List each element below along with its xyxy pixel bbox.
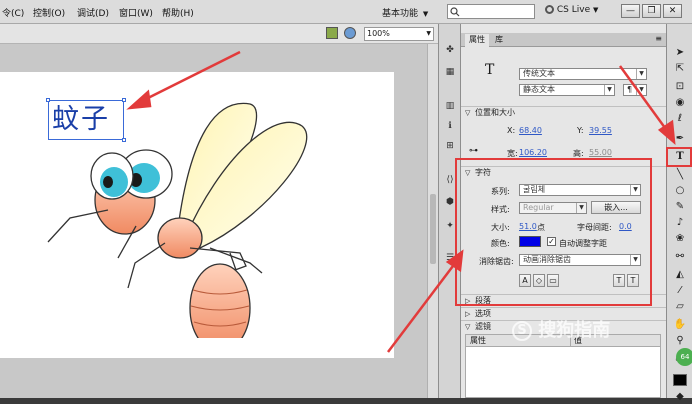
text-engine-value: 传统文本 <box>523 69 555 78</box>
text-direction-select[interactable]: ¶ ▼ <box>623 84 647 96</box>
menu-debug[interactable]: 调试(D) <box>77 6 109 19</box>
workspace-dropdown[interactable]: 基本功能 ▼ <box>382 4 442 20</box>
text-type-select[interactable]: 静态文本 ▼ <box>519 84 615 96</box>
free-transform-tool-icon[interactable]: ⊡ <box>673 80 687 94</box>
section-position-size-label: 位置和大小 <box>475 108 515 117</box>
x-label: X: <box>507 126 516 135</box>
x-value[interactable]: 68.40 <box>519 126 542 135</box>
paint-fill-icon[interactable]: ◆ <box>673 390 687 404</box>
highlight-text-tool <box>666 147 692 167</box>
y-value[interactable]: 39.55 <box>589 126 612 135</box>
swatches-icon[interactable]: ▦ <box>444 66 456 78</box>
menu-control[interactable]: 控制(O) <box>33 6 65 19</box>
brush-tool-icon[interactable]: ♪ <box>673 216 687 230</box>
hand-tool-icon[interactable]: ✋ <box>673 318 687 332</box>
edit-scene-icon[interactable] <box>326 27 338 39</box>
y-label: Y: <box>577 126 584 135</box>
watermark-brand: S 搜狗指南 <box>512 316 610 342</box>
oval-tool-icon[interactable]: ○ <box>673 184 687 198</box>
text-engine-select[interactable]: 传统文本 ▼ <box>519 68 647 80</box>
chevron-down-icon: ▼ <box>636 85 646 95</box>
restore-button[interactable]: ❐ <box>642 4 661 18</box>
chevron-down-icon: ▼ <box>604 85 614 95</box>
menu-command[interactable]: 令(C) <box>2 6 24 19</box>
zoom-value: 100% <box>367 29 390 38</box>
highlight-character-section <box>455 158 652 306</box>
collapsed-triangle-icon: ▷ <box>465 310 471 318</box>
selection-tool-icon[interactable]: ➤ <box>673 46 687 60</box>
section-filters-label: 滤镜 <box>475 322 491 331</box>
watermark-logo-icon: S <box>512 321 532 341</box>
menu-window[interactable]: 窗口(W) <box>119 6 153 19</box>
edit-bar: 100% ▼ <box>0 24 438 44</box>
deco-tool-icon[interactable]: ❀ <box>673 232 687 246</box>
chevron-down-icon: ▼ <box>422 10 429 18</box>
minimize-button[interactable]: — <box>621 4 640 18</box>
search-icon <box>450 7 460 17</box>
tools-panel: ➤ ⇱ ⊡ ◉ ℓ ✒ T ╲ ○ ✎ ♪ ❀ ⚯ ◭ ⁄ ▱ ✋ ⚲ ✏ ◆ <box>666 24 692 402</box>
zoom-select[interactable]: 100% ▼ <box>364 27 434 41</box>
cs-live-icon <box>545 5 554 14</box>
chevron-down-icon: ▼ <box>426 30 431 37</box>
pencil-tool-icon[interactable]: ✎ <box>673 200 687 214</box>
resize-handle[interactable] <box>46 98 50 102</box>
watermark-url: zhinan.sogou.com <box>524 345 625 358</box>
expanded-triangle-icon: ▽ <box>465 323 471 331</box>
edit-symbol-icon[interactable] <box>344 27 356 39</box>
zoom-tool-icon[interactable]: ⚲ <box>673 334 687 348</box>
cs-live-button[interactable]: CS Live ▼ <box>545 5 598 15</box>
menu-help[interactable]: 帮助(H) <box>162 6 194 19</box>
search-input[interactable] <box>447 4 535 19</box>
scroll-thumb[interactable] <box>430 194 436 264</box>
3d-rotation-tool-icon[interactable]: ◉ <box>673 96 687 110</box>
fill-color-swatch[interactable] <box>673 374 687 386</box>
section-position-size[interactable]: ▽ 位置和大小 <box>461 106 666 119</box>
tab-library[interactable]: 库 <box>491 34 507 47</box>
panel-menu-icon[interactable]: ≡ <box>655 34 662 43</box>
pen-tool-icon[interactable]: ✒ <box>673 132 687 146</box>
resize-handle[interactable] <box>122 138 126 142</box>
eraser-tool-icon[interactable]: ▱ <box>673 300 687 314</box>
bone-tool-icon[interactable]: ⚯ <box>673 250 687 264</box>
filter-col-property: 属性 <box>470 336 486 345</box>
filter-table: 属性 值 <box>465 334 661 398</box>
transform-icon[interactable]: ⊞ <box>444 140 456 152</box>
panel-tab-bar: 属性 库 ≡ <box>461 33 666 47</box>
line-tool-icon[interactable]: ╲ <box>673 168 687 182</box>
text-tool-icon: T <box>485 62 495 78</box>
lock-ratio-icon[interactable]: ⊶ <box>469 146 478 156</box>
align-icon[interactable]: ▥ <box>444 100 456 112</box>
paint-bucket-tool-icon[interactable]: ◭ <box>673 268 687 282</box>
section-options-label: 选项 <box>475 309 491 318</box>
stage-scrollbar[interactable] <box>427 44 438 398</box>
chevron-down-icon: ▼ <box>593 6 599 14</box>
color-icon[interactable]: ✤ <box>444 44 456 56</box>
tab-properties[interactable]: 属性 <box>465 34 489 47</box>
text-direction-icon: ¶ <box>627 85 633 94</box>
workspace-label: 基本功能 <box>382 9 419 19</box>
resize-handle[interactable] <box>122 98 126 102</box>
expanded-triangle-icon: ▽ <box>465 109 471 117</box>
badge: 64 <box>676 348 692 366</box>
cs-live-label: CS Live <box>556 5 591 15</box>
lasso-tool-icon[interactable]: ℓ <box>673 112 687 126</box>
close-button[interactable]: ✕ <box>663 4 682 18</box>
height-value[interactable]: 55.00 <box>589 148 612 157</box>
text-type-value: 静态文本 <box>523 85 555 94</box>
subselection-tool-icon[interactable]: ⇱ <box>673 62 687 76</box>
chevron-down-icon: ▼ <box>636 69 646 79</box>
selected-text-field[interactable]: 蚊子 <box>48 100 124 140</box>
menu-bar: 令(C) 控制(O) 调试(D) 窗口(W) 帮助(H) 基本功能 ▼ CS L… <box>0 0 692 24</box>
eyedropper-tool-icon[interactable]: ⁄ <box>673 284 687 298</box>
width-value[interactable]: 106.20 <box>519 148 547 157</box>
info-icon[interactable]: ℹ <box>444 120 456 132</box>
